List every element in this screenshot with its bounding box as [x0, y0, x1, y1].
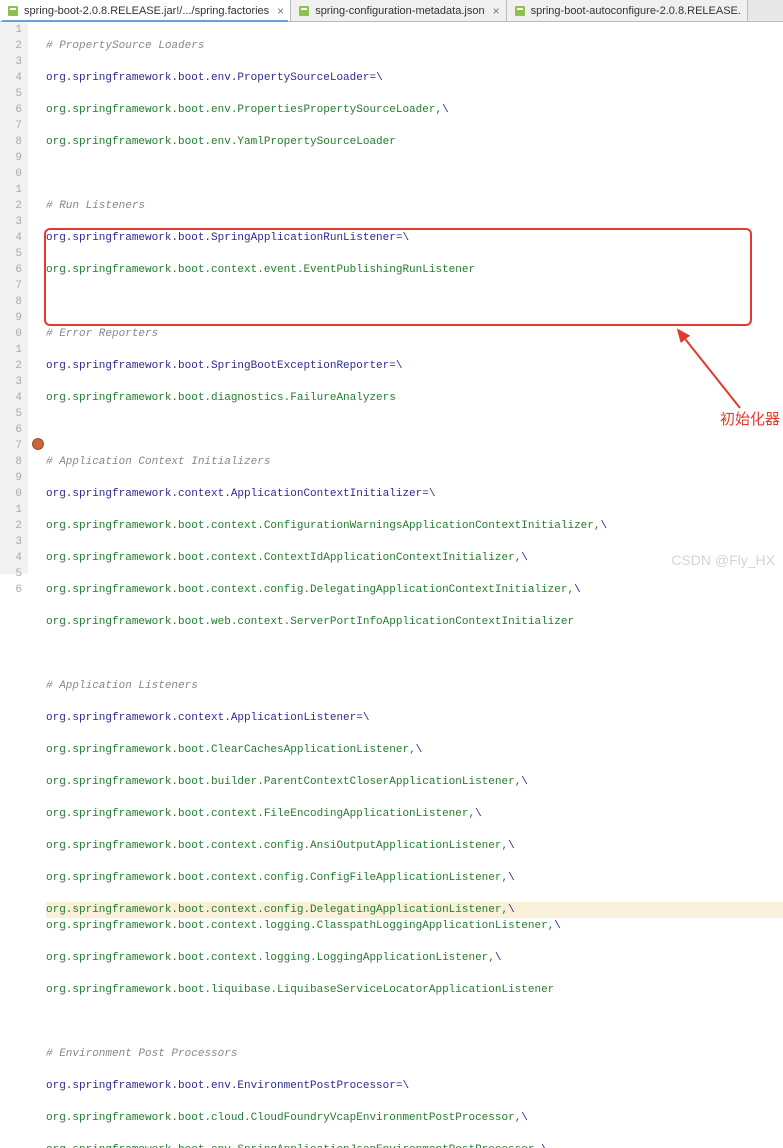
- editor-tabs: spring-boot-2.0.8.RELEASE.jar!/.../sprin…: [0, 0, 783, 22]
- tab-label: spring-boot-autoconfigure-2.0.8.RELEASE.: [531, 5, 741, 17]
- file-icon: [6, 4, 20, 18]
- file-icon: [513, 4, 527, 18]
- file-icon: [297, 4, 311, 18]
- annotation-label: 初始化器: [720, 408, 780, 429]
- comment: # Environment Post Processors: [46, 1048, 237, 1060]
- comment: # PropertySource Loaders: [46, 40, 204, 52]
- comment: # Error Reporters: [46, 328, 158, 340]
- tab-label: spring-configuration-metadata.json: [315, 5, 484, 17]
- tab-spring-factories[interactable]: spring-boot-2.0.8.RELEASE.jar!/.../sprin…: [0, 0, 291, 21]
- close-icon[interactable]: ×: [277, 5, 284, 17]
- comment: # Application Context Initializers: [46, 456, 270, 468]
- close-icon[interactable]: ×: [493, 5, 500, 17]
- comment: # Run Listeners: [46, 200, 145, 212]
- tab-label: spring-boot-2.0.8.RELEASE.jar!/.../sprin…: [24, 5, 269, 17]
- comment: # Application Listeners: [46, 680, 198, 692]
- watermark: CSDN @Fly_HX: [671, 552, 775, 568]
- tab-autoconfigure[interactable]: spring-boot-autoconfigure-2.0.8.RELEASE.: [507, 0, 748, 21]
- tab-metadata-json[interactable]: spring-configuration-metadata.json ×: [291, 0, 506, 21]
- breakpoint-icon[interactable]: [32, 438, 44, 450]
- line-gutter: 123456789012345678901234567890123456: [0, 22, 28, 574]
- code-editor: 123456789012345678901234567890123456 # P…: [0, 22, 783, 574]
- code-area[interactable]: # PropertySource Loaders org.springframe…: [28, 22, 783, 574]
